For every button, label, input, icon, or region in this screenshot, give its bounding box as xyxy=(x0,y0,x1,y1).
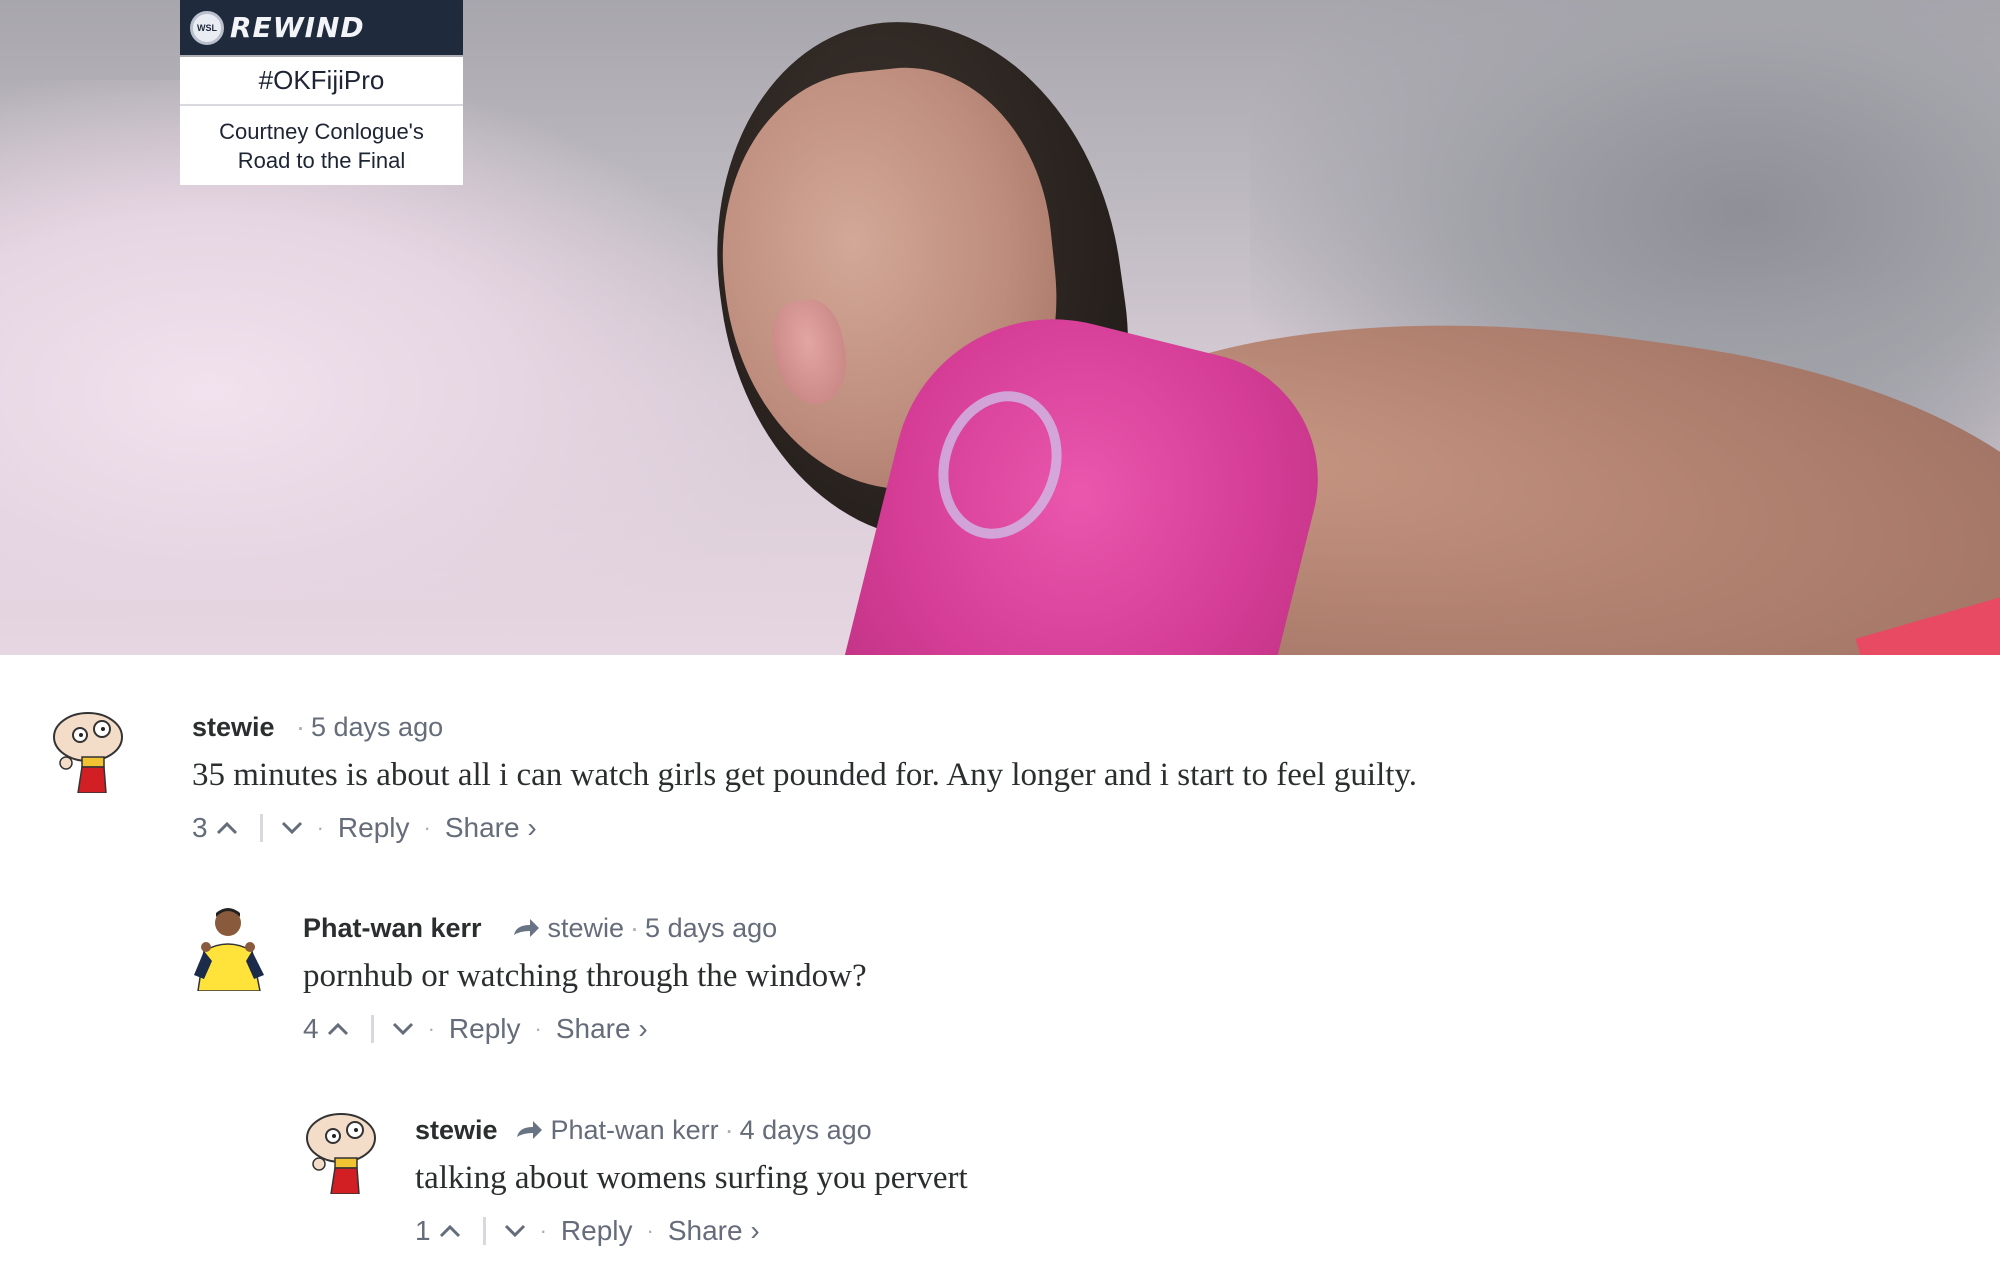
chevron-up-icon[interactable] xyxy=(327,1022,349,1036)
comment-timestamp[interactable]: 5 days ago xyxy=(645,913,777,943)
separator-dot: · xyxy=(724,1115,734,1145)
avatar[interactable] xyxy=(52,707,132,793)
separator-dot: · xyxy=(646,1218,654,1243)
chevron-up-icon[interactable] xyxy=(439,1224,461,1238)
chevron-down-icon[interactable] xyxy=(504,1224,526,1238)
vote-divider xyxy=(482,1217,486,1245)
chevron-down-icon[interactable] xyxy=(392,1022,414,1036)
separator-dot: · xyxy=(630,913,640,943)
chevron-down-icon[interactable] xyxy=(281,821,303,835)
comment-timestamp[interactable]: 4 days ago xyxy=(740,1115,872,1145)
rewind-header: WSL REWIND xyxy=(180,0,463,55)
share-link[interactable]: Share › xyxy=(556,1013,648,1045)
comment-author[interactable]: stewie xyxy=(192,712,275,743)
comment-text: talking about womens surfing you pervert xyxy=(415,1160,968,1196)
comment-meta: · 5 days ago xyxy=(290,712,443,743)
comment-text: 35 minutes is about all i can watch girl… xyxy=(192,757,1418,793)
video-subtitle: Courtney Conlogue's Road to the Final xyxy=(180,106,463,185)
comment-actions: 1 · Reply · Share › xyxy=(415,1215,760,1247)
share-link[interactable]: Share › xyxy=(445,812,537,844)
separator-dot: · xyxy=(427,1016,435,1041)
chevron-up-icon[interactable] xyxy=(216,821,238,835)
separator-dot: · xyxy=(296,712,305,742)
vote-count: 4 xyxy=(303,1013,319,1044)
wsl-logo-icon: WSL xyxy=(190,10,224,45)
comment-timestamp[interactable]: 5 days ago xyxy=(311,712,443,742)
subtitle-line: Courtney Conlogue's xyxy=(219,118,424,144)
reply-arrow-icon xyxy=(514,919,539,937)
video-frame[interactable]: WSL REWIND #OKFijiPro Courtney Conlogue'… xyxy=(0,0,2000,655)
avatar[interactable] xyxy=(190,905,270,991)
rewind-overlay: WSL REWIND #OKFijiPro Courtney Conlogue'… xyxy=(180,0,463,187)
comment-meta: stewie · 5 days ago xyxy=(512,913,777,944)
reply-link[interactable]: Reply xyxy=(449,1013,521,1045)
reply-link[interactable]: Reply xyxy=(561,1215,633,1247)
comment-meta: Phat-wan kerr · 4 days ago xyxy=(515,1115,872,1146)
event-hashtag: #OKFijiPro xyxy=(180,57,463,106)
comment-actions: 4 · Reply · Share › xyxy=(303,1013,648,1045)
separator-dot: · xyxy=(316,815,324,840)
separator-dot: · xyxy=(539,1218,547,1243)
avatar[interactable] xyxy=(305,1108,385,1194)
rewind-title: REWIND xyxy=(230,11,365,44)
reply-arrow-icon xyxy=(517,1121,542,1139)
comment-author[interactable]: Phat-wan kerr xyxy=(303,913,482,944)
comment-text: pornhub or watching through the window? xyxy=(303,958,867,994)
share-link[interactable]: Share › xyxy=(668,1215,760,1247)
reply-to-author[interactable]: Phat-wan kerr xyxy=(551,1115,719,1145)
vote-divider xyxy=(370,1015,374,1043)
comment-author[interactable]: stewie xyxy=(415,1115,498,1146)
comment-actions: 3 · Reply · Share › xyxy=(192,812,537,844)
subtitle-line: Road to the Final xyxy=(237,147,406,173)
vote-count: 1 xyxy=(415,1215,431,1246)
vote-divider xyxy=(259,814,263,842)
reply-to-author[interactable]: stewie xyxy=(548,913,625,943)
separator-dot: · xyxy=(534,1016,542,1041)
separator-dot: · xyxy=(423,815,431,840)
vote-count: 3 xyxy=(192,812,208,843)
reply-link[interactable]: Reply xyxy=(338,812,410,844)
